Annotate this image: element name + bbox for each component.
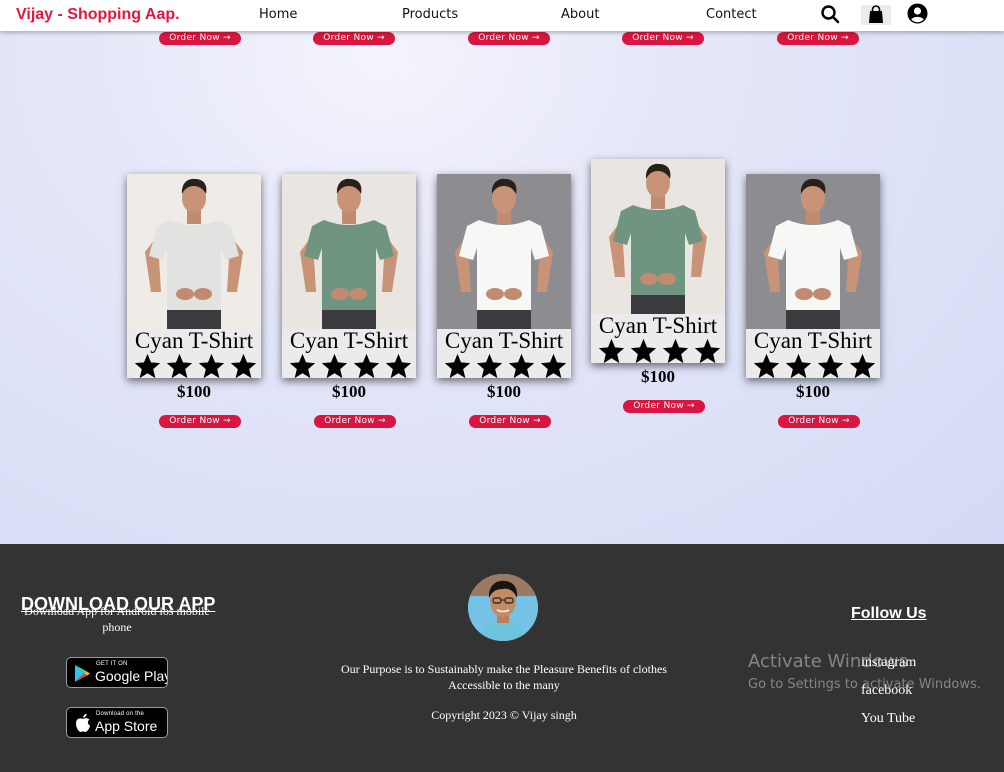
product-rating: [595, 337, 723, 363]
star-icon: [134, 353, 160, 378]
facebook-link[interactable]: facebook: [861, 683, 912, 699]
star-icon: [166, 353, 192, 378]
star-icon: [476, 353, 502, 378]
product-name: Cyan T-Shirt: [444, 328, 564, 353]
product-price: $100: [796, 382, 830, 401]
order-now-button[interactable]: Order Now →: [159, 32, 241, 45]
arrow-right-icon: →: [841, 416, 850, 426]
star-icon: [289, 353, 315, 378]
avatar: [468, 574, 538, 641]
arrow-right-icon: →: [532, 416, 541, 426]
star-icon: [353, 353, 379, 378]
product-price: $100: [487, 382, 521, 401]
order-now-button[interactable]: Order Now →: [469, 415, 551, 428]
instagram-link[interactable]: instagram: [861, 655, 916, 671]
order-now-button[interactable]: Order Now →: [623, 400, 705, 413]
star-icon: [321, 353, 347, 378]
product-name: Cyan T-Shirt: [753, 328, 873, 353]
arrow-right-icon: →: [686, 401, 695, 411]
star-icon: [385, 353, 411, 378]
arrow-right-icon: →: [377, 416, 386, 426]
star-icon: [753, 353, 779, 378]
product-rating: [286, 352, 414, 378]
arrow-right-icon: →: [840, 33, 849, 43]
star-icon: [785, 353, 811, 378]
product-image[interactable]: [282, 174, 416, 329]
product-card[interactable]: Cyan T-Shirt: [591, 159, 725, 363]
arrow-right-icon: →: [685, 33, 694, 43]
navbar: Vijay - Shopping Aap. Home Products Abou…: [0, 0, 1004, 31]
brand-logo[interactable]: Vijay - Shopping Aap.: [16, 6, 180, 24]
youtube-link[interactable]: You Tube: [861, 711, 915, 727]
products-section: Order Now → Order Now → Order Now → Order N…: [0, 0, 1004, 544]
apple-icon: [76, 713, 90, 732]
nav-about[interactable]: About: [561, 7, 599, 22]
nav-contact[interactable]: Contect: [706, 7, 757, 22]
shopping-bag-icon[interactable]: [861, 5, 891, 30]
product-rating: [131, 352, 259, 378]
product-price: $100: [177, 382, 211, 401]
order-now-button[interactable]: Order Now →: [313, 32, 395, 45]
order-now-button[interactable]: Order Now →: [159, 415, 241, 428]
product-card[interactable]: Cyan T-Shirt: [127, 174, 261, 378]
google-play-icon: [75, 665, 90, 682]
app-store-button[interactable]: Download on the App Store: [66, 707, 168, 738]
star-icon: [817, 353, 843, 378]
product-price: $100: [641, 367, 675, 386]
star-icon: [662, 338, 688, 363]
star-icon: [508, 353, 534, 378]
star-icon: [198, 353, 224, 378]
footer: Download App for Android ios mobile phon…: [0, 544, 1004, 772]
nav-home[interactable]: Home: [259, 7, 297, 22]
arrow-right-icon: →: [222, 33, 231, 43]
star-icon: [598, 338, 624, 363]
user-circle-icon[interactable]: [907, 3, 928, 29]
product-image[interactable]: [127, 174, 261, 329]
order-now-button[interactable]: Order Now →: [622, 32, 704, 45]
product-card[interactable]: Cyan T-Shirt: [746, 174, 880, 378]
arrow-right-icon: →: [531, 33, 540, 43]
google-play-button[interactable]: GET IT ON Google Play: [66, 657, 168, 688]
star-icon: [849, 353, 875, 378]
order-now-button[interactable]: Order Now →: [468, 32, 550, 45]
product-image[interactable]: [746, 174, 880, 329]
download-title: DOWNLOAD OUR APP: [21, 594, 216, 614]
product-name: Cyan T-Shirt: [289, 328, 409, 353]
search-icon[interactable]: [820, 4, 840, 29]
product-rating: [441, 352, 569, 378]
product-price: $100: [332, 382, 366, 401]
order-now-button[interactable]: Order Now →: [777, 32, 859, 45]
star-icon: [630, 338, 656, 363]
product-name: Cyan T-Shirt: [598, 313, 718, 338]
star-icon: [444, 353, 470, 378]
arrow-right-icon: →: [376, 33, 385, 43]
copyright-text: Copyright 2023 © Vijay singh: [431, 708, 577, 722]
product-image[interactable]: [437, 174, 571, 329]
follow-us-title: Follow Us: [851, 605, 927, 622]
star-icon: [230, 353, 256, 378]
star-icon: [694, 338, 720, 363]
product-name: Cyan T-Shirt: [134, 328, 254, 353]
star-icon: [540, 353, 566, 378]
arrow-right-icon: →: [222, 416, 231, 426]
order-now-button[interactable]: Order Now →: [314, 415, 396, 428]
purpose-text: Our Purpose is to Sustainably make the P…: [341, 662, 667, 692]
order-now-button[interactable]: Order Now →: [778, 415, 860, 428]
product-rating: [750, 352, 878, 378]
product-card[interactable]: Cyan T-Shirt: [282, 174, 416, 378]
nav-products[interactable]: Products: [402, 7, 458, 22]
product-card[interactable]: Cyan T-Shirt: [437, 174, 571, 378]
product-image[interactable]: [591, 159, 725, 314]
